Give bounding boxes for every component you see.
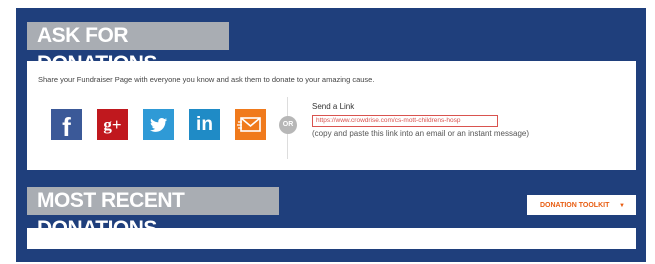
twitter-icon[interactable]	[143, 109, 174, 140]
chevron-down-icon: ▼	[619, 203, 625, 209]
share-intro-text: Share your Fundraiser Page with everyone…	[38, 75, 375, 84]
most-recent-donations-heading: MOST RECENT DONATIONS	[27, 187, 279, 240]
facebook-icon[interactable]: f	[51, 109, 82, 142]
share-card: Share your Fundraiser Page with everyone…	[27, 61, 636, 170]
email-icon[interactable]	[235, 109, 266, 140]
donation-toolkit-label: DONATION TOOLKIT	[540, 202, 610, 209]
google-plus-icon[interactable]: g+	[97, 109, 128, 140]
share-link-hint: (copy and paste this link into an email …	[312, 129, 530, 138]
linkedin-icon[interactable]: in	[189, 109, 220, 140]
page: ASK FOR DONATIONS Share your Fundraiser …	[0, 0, 655, 264]
send-link-label: Send a Link	[312, 102, 355, 111]
donations-panel: ASK FOR DONATIONS Share your Fundraiser …	[16, 8, 646, 262]
or-badge: OR	[279, 116, 297, 134]
recent-donations-list	[27, 228, 636, 249]
donation-toolkit-button[interactable]: DONATION TOOLKIT ▼	[527, 195, 636, 215]
ask-for-donations-heading: ASK FOR DONATIONS	[27, 22, 229, 75]
share-link-input[interactable]	[312, 115, 498, 127]
